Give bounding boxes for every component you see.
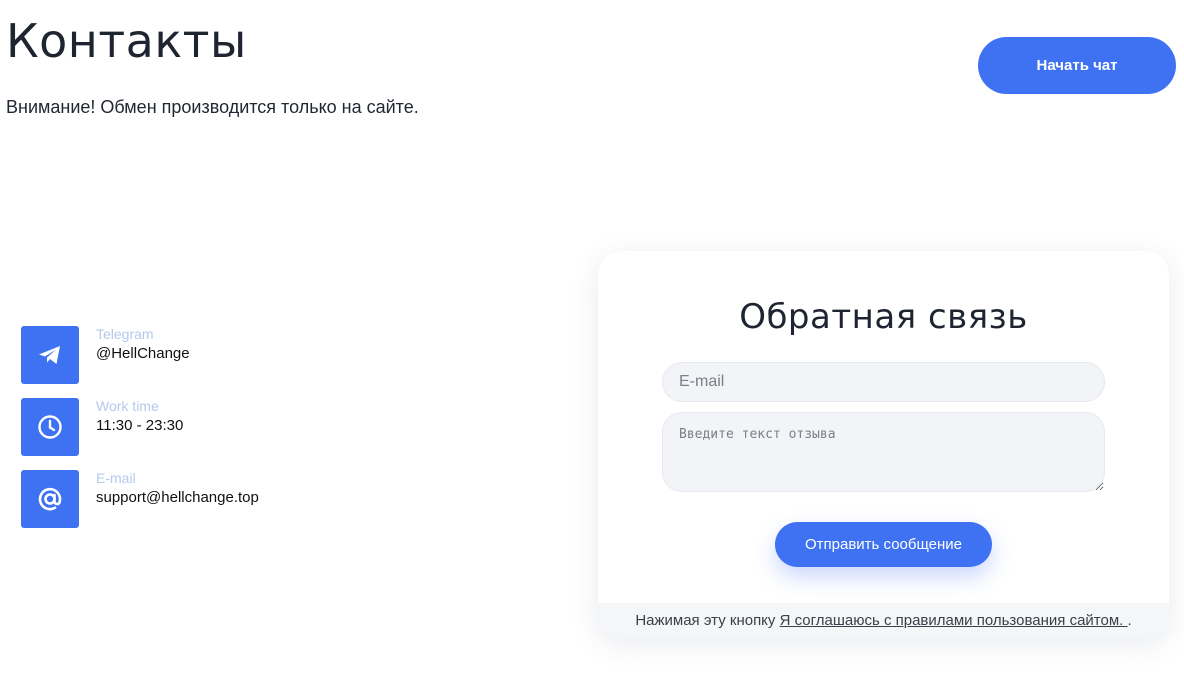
contact-email: E-mail support@hellchange.top: [21, 470, 259, 528]
at-icon: [21, 470, 79, 528]
feedback-title: Обратная связь: [739, 297, 1028, 337]
start-chat-button[interactable]: Начать чат: [978, 37, 1176, 94]
terms-prefix: Нажимая эту кнопку: [635, 612, 780, 629]
telegram-icon: [21, 326, 79, 384]
contact-value[interactable]: support@hellchange.top: [96, 488, 259, 507]
email-field[interactable]: [662, 362, 1105, 402]
contact-value: 11:30 - 23:30: [96, 417, 184, 434]
contact-value[interactable]: @HellChange: [96, 344, 190, 363]
page-title: Контакты: [6, 14, 247, 68]
exchange-notice: Внимание! Обмен производится только на с…: [6, 97, 419, 117]
contact-telegram: Telegram @HellChange: [21, 326, 259, 384]
feedback-card: Обратная связь Отправить сообщение Нажим…: [598, 251, 1169, 639]
feedback-message-textarea[interactable]: [662, 412, 1105, 492]
send-message-button[interactable]: Отправить сообщение: [775, 522, 992, 567]
contact-work-time: Work time 11:30 - 23:30: [21, 398, 259, 456]
contact-label: Work time: [96, 398, 159, 414]
terms-suffix: .: [1127, 612, 1132, 629]
contact-label: Telegram: [96, 326, 154, 342]
clock-icon: [21, 398, 79, 456]
contact-list: Telegram @HellChange Work time 11:30 - 2…: [21, 326, 259, 542]
contact-label: E-mail: [96, 470, 136, 486]
terms-notice: Нажимая эту кнопку Я соглашаюсь с правил…: [598, 603, 1169, 639]
terms-link[interactable]: Я соглашаюсь с правилами пользования сай…: [780, 612, 1128, 629]
